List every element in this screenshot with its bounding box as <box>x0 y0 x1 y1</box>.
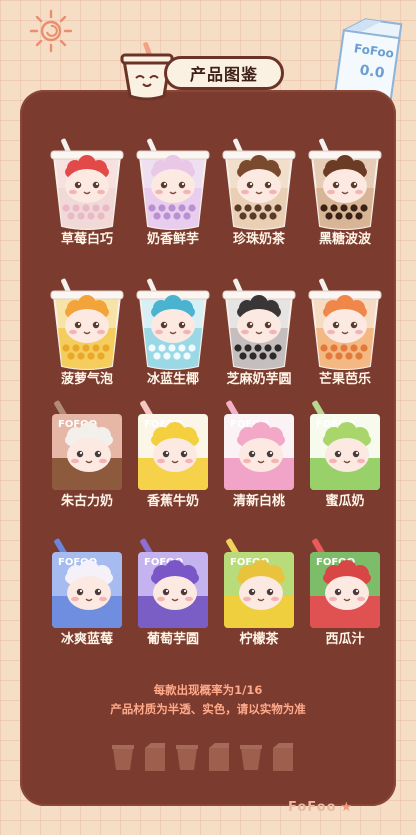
product-name: 冰蓝生椰 <box>146 372 199 387</box>
milk-box-figure: FOFOO <box>138 400 208 490</box>
product-card: 黑糖波波 <box>302 138 388 247</box>
mini-box-icon <box>209 743 229 771</box>
milk-box-figure: FOFOO <box>310 400 380 490</box>
product-name: 黑糖波波 <box>318 232 371 247</box>
page-title: 产品图鉴 <box>164 56 284 90</box>
product-card: FOFOO 蜜瓜奶 <box>302 400 388 509</box>
product-name: 草莓白巧 <box>60 232 113 247</box>
title-banner: 产品图鉴 <box>116 40 288 102</box>
footer-brand-text: FoFoo <box>288 800 337 815</box>
product-card: 菠萝气泡 <box>44 278 130 387</box>
mini-cup-icon <box>240 745 262 770</box>
mini-cup-icon <box>112 745 134 770</box>
product-name: 西瓜汁 <box>325 632 365 647</box>
milk-tea-cup-figure <box>308 278 382 370</box>
material-note: 产品材质为半透、实色，请以实物为准 <box>110 702 306 716</box>
milk-tea-cup-figure <box>50 138 124 230</box>
product-name: 珍珠奶茶 <box>232 232 285 247</box>
star-icon: ★ <box>340 800 354 815</box>
product-name: 柠檬茶 <box>239 632 279 647</box>
milk-tea-cup-figure <box>308 138 382 230</box>
mini-box-icon <box>145 743 165 771</box>
product-name: 奶香鲜芋 <box>146 232 199 247</box>
product-card: FOFOO 香蕉牛奶 <box>130 400 216 509</box>
product-card: FOFOO 清新白桃 <box>216 400 302 509</box>
milk-box-figure: FOFOO <box>52 538 122 628</box>
milk-box-figure: FOFOO <box>310 538 380 628</box>
milk-box-figure: FOFOO <box>224 400 294 490</box>
product-name: 芒果芭乐 <box>318 372 371 387</box>
product-name: 朱古力奶 <box>60 494 113 509</box>
milk-tea-cup-figure <box>136 138 210 230</box>
product-name: 芝麻奶芋圆 <box>226 372 292 387</box>
product-card: 芝麻奶芋圆 <box>216 278 302 387</box>
product-card: FOFOO 柠檬茶 <box>216 538 302 647</box>
milk-box-figure: FOFOO <box>224 538 294 628</box>
product-name: 菠萝气泡 <box>60 372 113 387</box>
milk-tea-cup-figure <box>222 138 296 230</box>
milk-box-figure: FOFOO <box>52 400 122 490</box>
product-card: FOFOO 朱古力奶 <box>44 400 130 509</box>
product-name: 清新白桃 <box>232 494 285 509</box>
mini-cup-icon <box>176 745 198 770</box>
milk-tea-cup-figure <box>222 278 296 370</box>
product-card: 芒果芭乐 <box>302 278 388 387</box>
product-card: 草莓白巧 <box>44 138 130 247</box>
milk-tea-cup-figure <box>50 278 124 370</box>
product-name: 葡萄芋圆 <box>146 632 199 647</box>
product-card: 冰蓝生椰 <box>130 278 216 387</box>
product-name: 冰爽蓝莓 <box>60 632 113 647</box>
product-card: FOFOO 西瓜汁 <box>302 538 388 647</box>
milk-tea-cup-figure <box>136 278 210 370</box>
sun-doodle-icon <box>29 9 73 53</box>
product-card: 珍珠奶茶 <box>216 138 302 247</box>
product-card: FOFOO 葡萄芋圆 <box>130 538 216 647</box>
product-name: 香蕉牛奶 <box>146 494 199 509</box>
milk-box-figure: FOFOO <box>138 538 208 628</box>
footer-brand: FoFoo ★ <box>288 800 384 820</box>
probability-note: 每款出现概率为1/16 <box>153 683 263 697</box>
product-name: 蜜瓜奶 <box>325 494 365 509</box>
product-card: 奶香鲜芋 <box>130 138 216 247</box>
mini-box-icon <box>273 743 293 771</box>
product-card: FOFOO 冰爽蓝莓 <box>44 538 130 647</box>
